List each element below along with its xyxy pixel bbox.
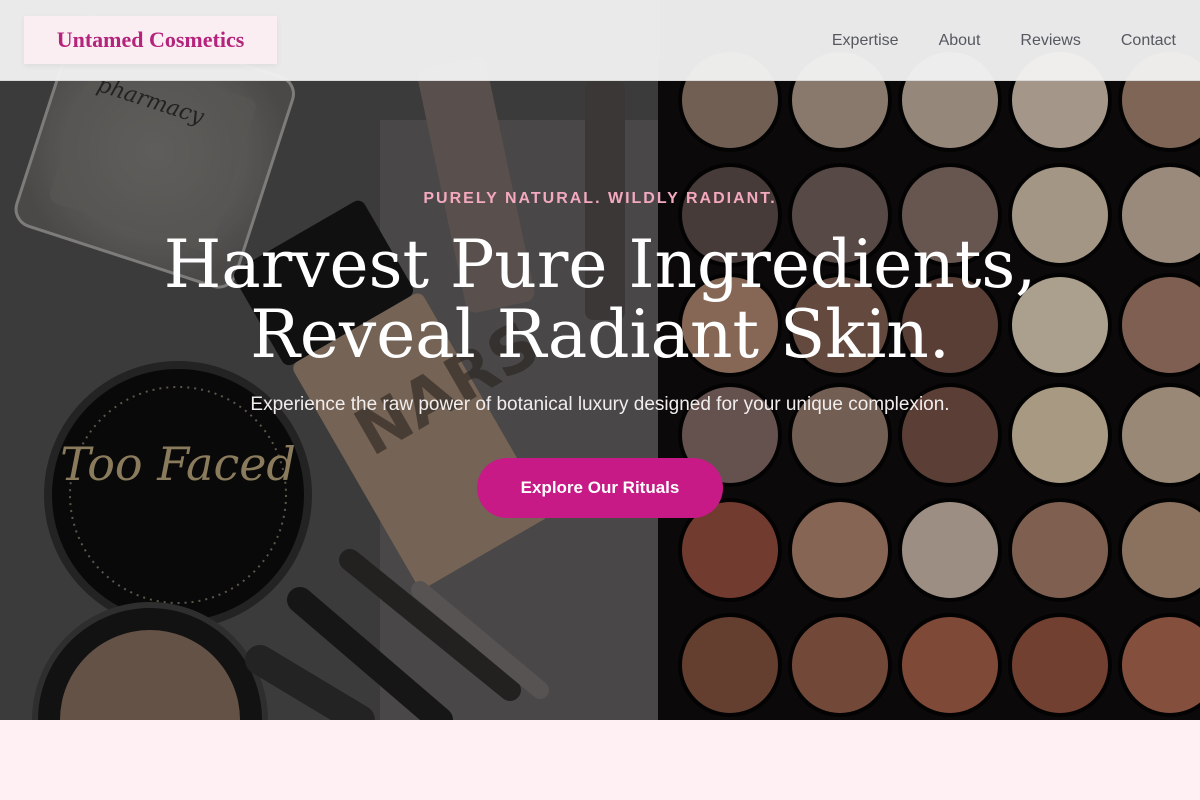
hero-headline-line-2: Reveal Radiant Skin. — [250, 296, 950, 373]
brand-logo[interactable]: Untamed Cosmetics — [24, 16, 277, 64]
site-header: Untamed Cosmetics Expertise About Review… — [0, 0, 1200, 81]
hero-headline: Harvest Pure Ingredients, Reveal Radiant… — [0, 230, 1200, 370]
explore-rituals-button[interactable]: Explore Our Rituals — [477, 458, 723, 518]
main-nav: Expertise About Reviews Contact — [792, 0, 1176, 81]
nav-link-about[interactable]: About — [939, 32, 981, 50]
hero-section: pharmacy NARS Too Faced PURELY NATURAL. … — [0, 0, 1200, 720]
hero-subline: Experience the raw power of botanical lu… — [250, 394, 950, 415]
hero-eyebrow: PURELY NATURAL. WILDLY RADIANT. — [423, 190, 777, 207]
hero-content: PURELY NATURAL. WILDLY RADIANT. Harvest … — [0, 190, 1200, 518]
nav-link-contact[interactable]: Contact — [1121, 32, 1176, 50]
nav-link-reviews[interactable]: Reviews — [1020, 32, 1080, 50]
nav-link-expertise[interactable]: Expertise — [832, 32, 899, 50]
next-section — [0, 720, 1200, 800]
hero-headline-line-1: Harvest Pure Ingredients, — [163, 226, 1037, 303]
